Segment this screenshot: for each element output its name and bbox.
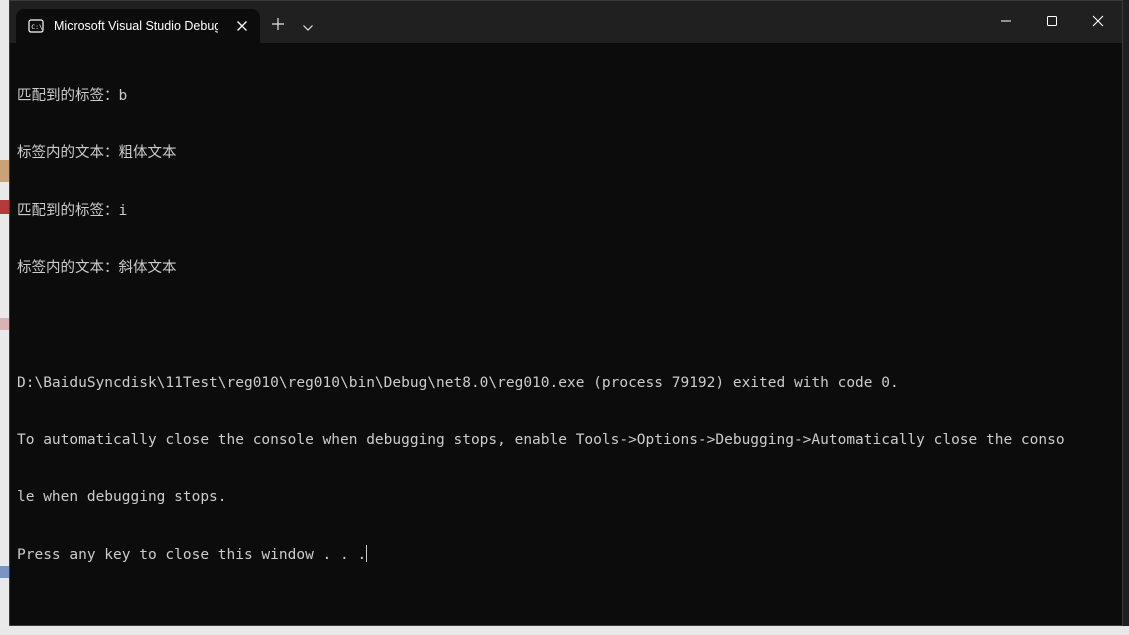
console-line: le when debugging stops. [17, 489, 227, 506]
close-icon [1092, 12, 1104, 31]
console-line: D:\BaiduSyncdisk\11Test\reg010\reg010\bi… [17, 374, 899, 391]
console-prompt-line: Press any key to close this window . . . [17, 545, 1122, 564]
tab-title: Microsoft Visual Studio Debug Console [54, 19, 218, 33]
minimize-icon [1000, 12, 1012, 31]
title-bar[interactable]: C:\ Microsoft Visual Studio Debug Consol… [10, 1, 1122, 43]
desktop-background-bottom [0, 626, 1129, 635]
text-cursor [366, 545, 368, 563]
console-line: 匹配到的标签：i [17, 202, 128, 219]
terminal-window: C:\ Microsoft Visual Studio Debug Consol… [9, 0, 1123, 626]
desktop-background-left [0, 0, 9, 635]
svg-text:C:\: C:\ [31, 23, 43, 31]
console-line: Press any key to close this window . . . [17, 547, 367, 564]
console-line: 标签内的文本：斜体文本 [17, 260, 177, 277]
tab-debug-console[interactable]: C:\ Microsoft Visual Studio Debug Consol… [16, 9, 260, 43]
console-line: 匹配到的标签：b [17, 88, 128, 105]
console-output[interactable]: 匹配到的标签：b 标签内的文本：粗体文本 匹配到的标签：i 标签内的文本：斜体文… [17, 49, 1122, 625]
console-line: To automatically close the console when … [17, 431, 1065, 448]
maximize-icon [1046, 12, 1058, 31]
minimize-button[interactable] [983, 1, 1029, 41]
close-icon[interactable] [234, 18, 250, 34]
close-button[interactable] [1075, 1, 1121, 41]
plus-icon[interactable] [271, 16, 285, 30]
console-app-icon: C:\ [28, 18, 44, 34]
chevron-down-icon[interactable] [302, 18, 314, 31]
maximize-button[interactable] [1029, 1, 1075, 41]
console-line: 标签内的文本：粗体文本 [17, 145, 177, 162]
